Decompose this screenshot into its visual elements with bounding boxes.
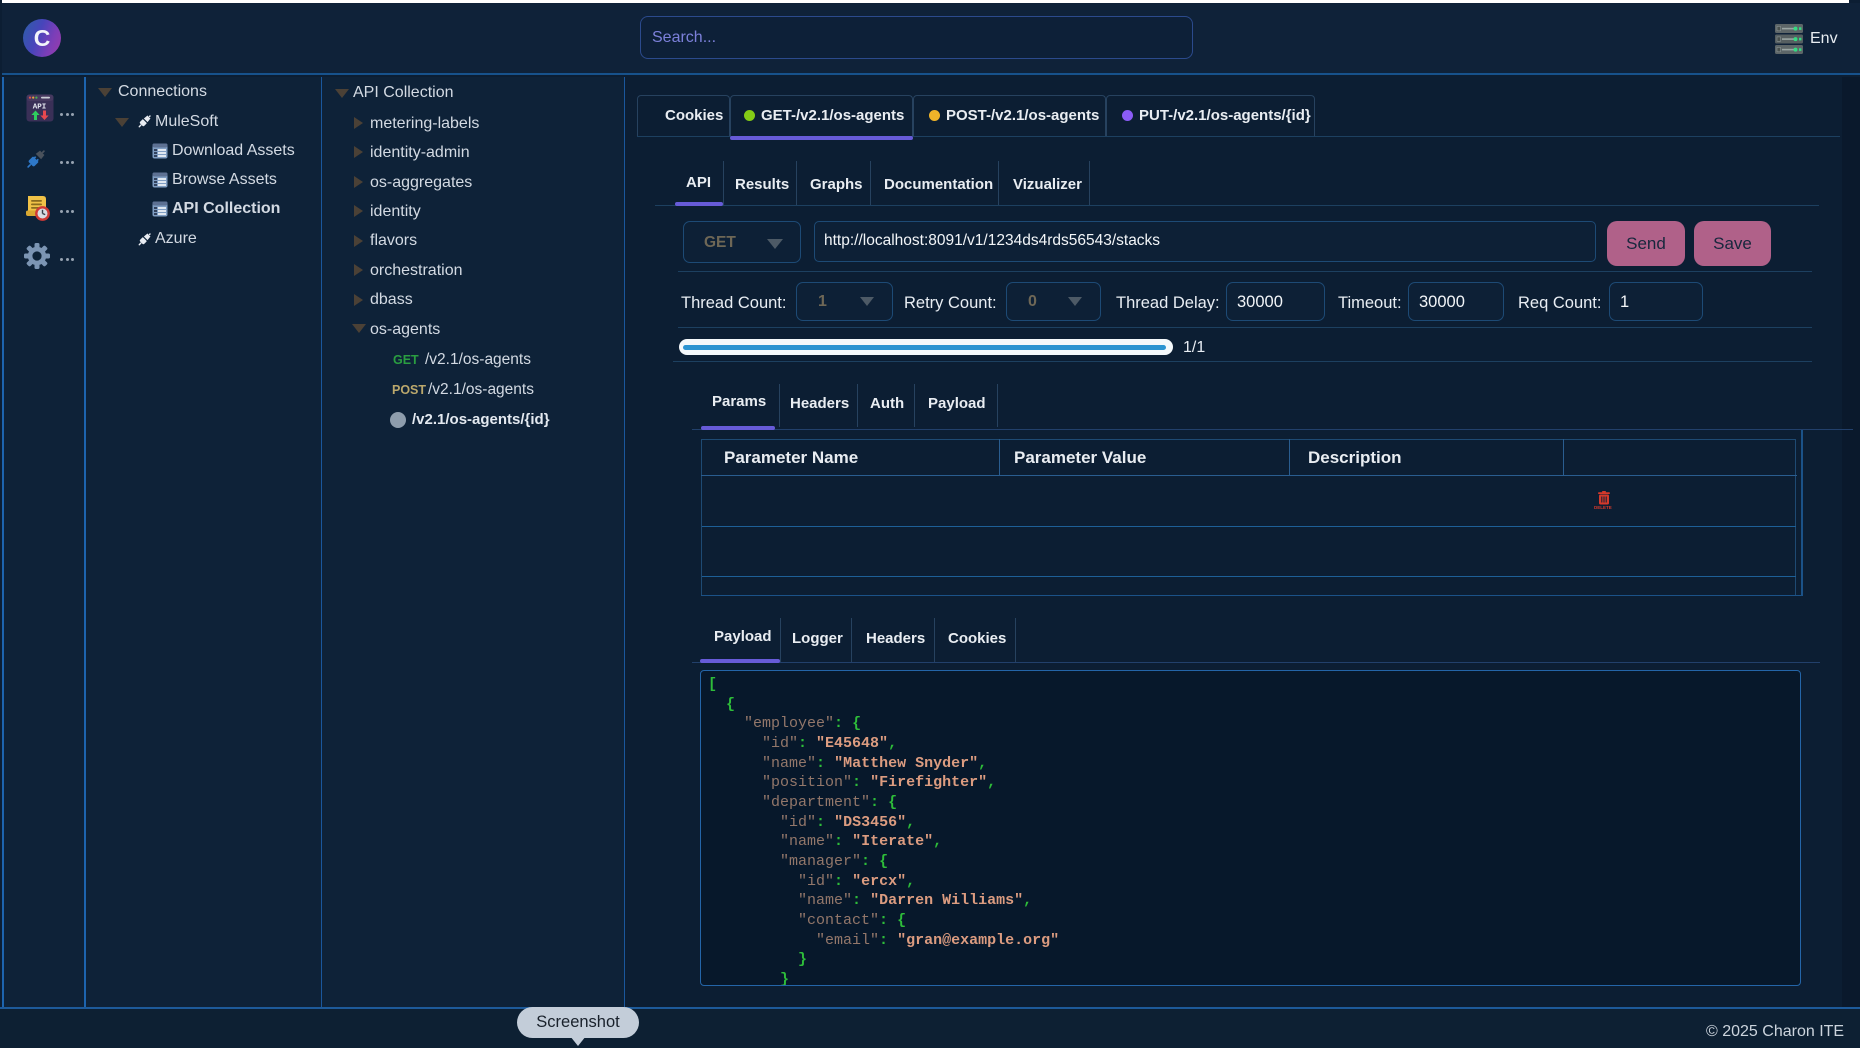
svg-text:API: API: [33, 104, 47, 112]
